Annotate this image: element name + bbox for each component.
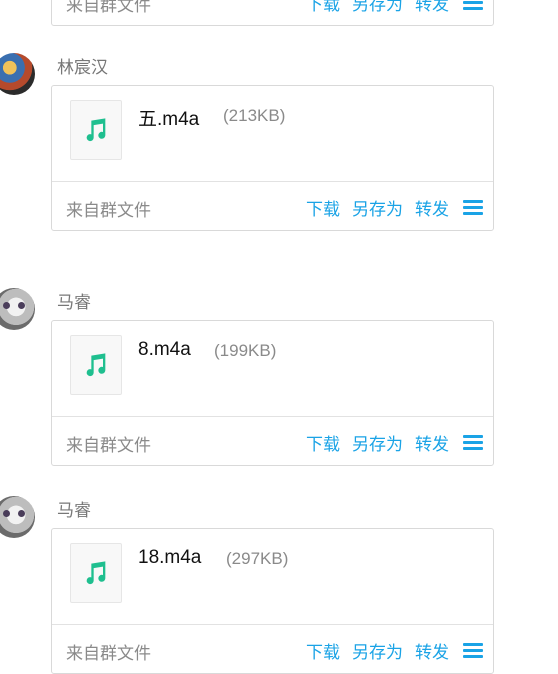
avatar[interactable] — [0, 53, 35, 95]
file-actions: 下载 另存为 转发 — [294, 638, 483, 663]
file-size: (213KB) — [223, 106, 286, 125]
download-link[interactable]: 下载 — [306, 638, 340, 663]
file-card[interactable]: 8.m4a (199KB) 来自群文件 下载 另存为 转发 — [51, 320, 494, 466]
file-card-body: 8.m4a (199KB) — [52, 321, 493, 417]
download-link[interactable]: 下载 — [306, 430, 340, 455]
avatar[interactable] — [0, 288, 35, 330]
file-card[interactable]: 五.m4a (213KB) 来自群文件 下载 另存为 转发 — [51, 85, 494, 231]
file-card-footer: 来自群文件 下载 另存为 转发 — [52, 625, 493, 673]
music-note-icon — [86, 118, 106, 142]
save-as-link[interactable]: 另存为 — [352, 430, 403, 455]
file-card[interactable]: 来自群文件 下载 另存为 转发 — [51, 0, 494, 26]
file-name[interactable]: 18.m4a — [138, 547, 201, 569]
forward-link[interactable]: 转发 — [415, 0, 449, 15]
menu-icon[interactable] — [463, 642, 483, 660]
music-file-icon[interactable] — [70, 100, 122, 160]
file-source-label: 来自群文件 — [66, 0, 151, 15]
file-actions: 下载 另存为 转发 — [294, 0, 483, 15]
forward-link[interactable]: 转发 — [415, 430, 449, 455]
file-card[interactable]: 18.m4a (297KB) 来自群文件 下载 另存为 转发 — [51, 528, 494, 674]
menu-icon[interactable] — [463, 0, 483, 12]
file-source-label: 来自群文件 — [66, 201, 151, 220]
sender-name: 马睿 — [57, 501, 91, 520]
file-card-footer: 来自群文件 下载 另存为 转发 — [52, 417, 493, 465]
file-card-body: 五.m4a (213KB) — [52, 86, 493, 182]
download-link[interactable]: 下载 — [306, 0, 340, 15]
music-note-icon — [86, 561, 106, 585]
menu-icon[interactable] — [463, 199, 483, 217]
file-name[interactable]: 五.m4a — [138, 104, 199, 131]
save-as-link[interactable]: 另存为 — [352, 638, 403, 663]
music-file-icon[interactable] — [70, 543, 122, 603]
file-actions: 下载 另存为 转发 — [294, 430, 483, 455]
avatar[interactable] — [0, 496, 35, 538]
forward-link[interactable]: 转发 — [415, 638, 449, 663]
save-as-link[interactable]: 另存为 — [352, 0, 403, 15]
file-card-body: 18.m4a (297KB) — [52, 529, 493, 625]
file-name[interactable]: 8.m4a — [138, 339, 191, 361]
save-as-link[interactable]: 另存为 — [352, 195, 403, 220]
file-source-label: 来自群文件 — [66, 436, 151, 455]
download-link[interactable]: 下载 — [306, 195, 340, 220]
file-actions: 下载 另存为 转发 — [294, 195, 483, 220]
music-file-icon[interactable] — [70, 335, 122, 395]
file-card-footer: 来自群文件 下载 另存为 转发 — [52, 182, 493, 230]
forward-link[interactable]: 转发 — [415, 195, 449, 220]
menu-icon[interactable] — [463, 434, 483, 452]
file-size: (297KB) — [226, 549, 289, 568]
music-note-icon — [86, 353, 106, 377]
file-card-footer: 来自群文件 下载 另存为 转发 — [52, 0, 493, 25]
sender-name: 林宸汉 — [57, 58, 108, 77]
file-size: (199KB) — [214, 341, 277, 360]
sender-name: 马睿 — [57, 293, 91, 312]
file-source-label: 来自群文件 — [66, 644, 151, 663]
